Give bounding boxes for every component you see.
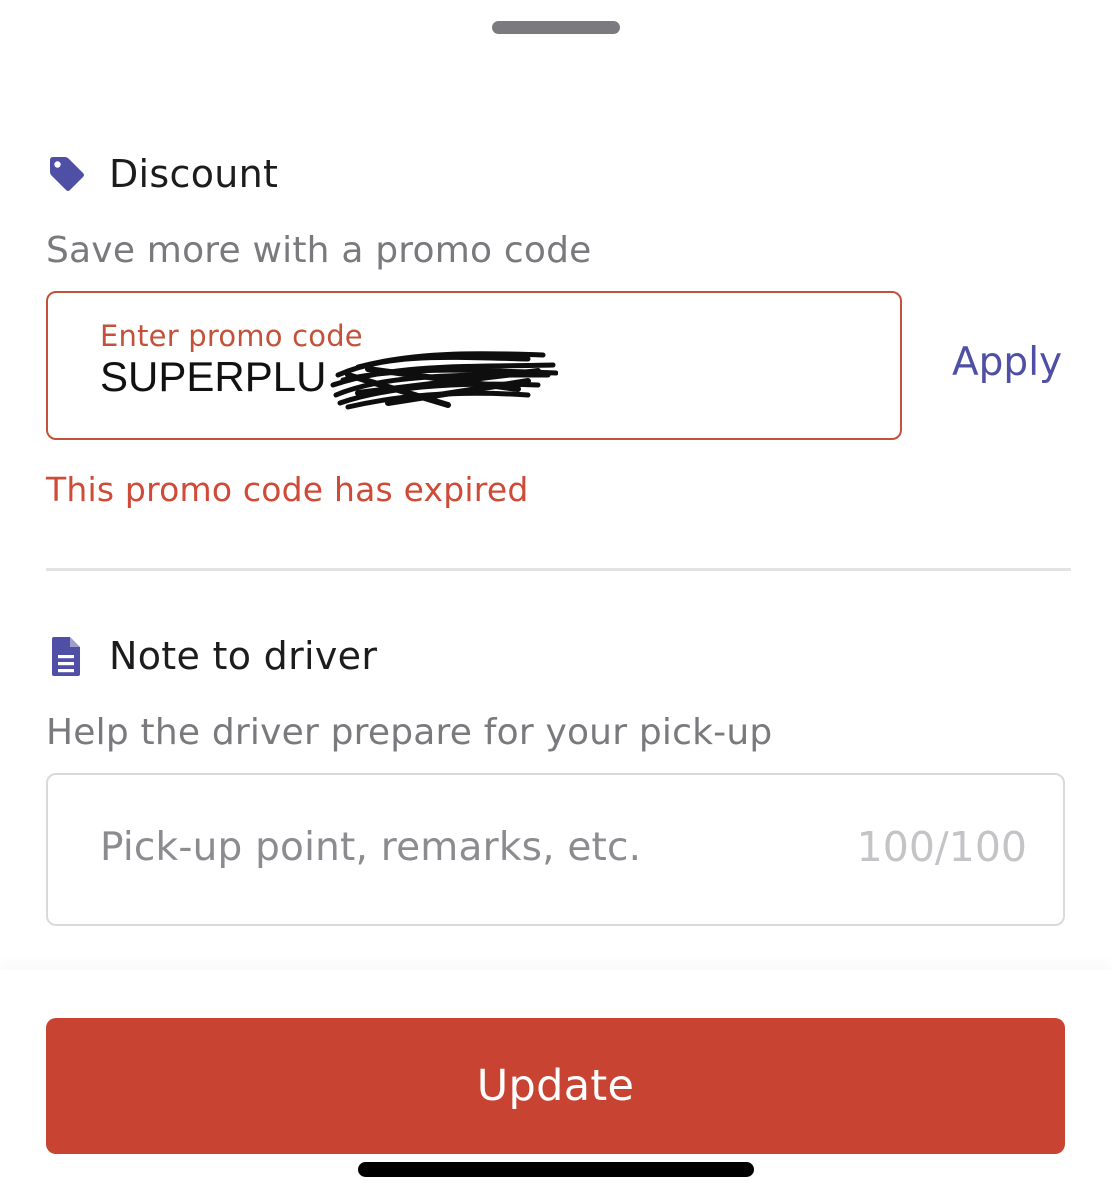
sheet-grabber-handle[interactable] (492, 21, 620, 34)
discount-header: Discount (46, 152, 278, 196)
note-subtitle: Help the driver prepare for your pick-up (46, 712, 773, 753)
update-button[interactable]: Update (46, 1018, 1065, 1154)
discount-title: Discount (109, 152, 279, 196)
home-indicator[interactable] (358, 1162, 754, 1177)
note-to-driver-input[interactable]: Pick-up point, remarks, etc. 100/100 (46, 773, 1065, 926)
tag-icon (46, 152, 90, 196)
promo-code-value: SUPERPLU (100, 353, 327, 400)
character-counter: 100/100 (856, 823, 1027, 871)
document-icon (46, 634, 90, 678)
section-divider (46, 568, 1071, 571)
apply-button[interactable]: Apply (952, 340, 1062, 385)
discount-subtitle: Save more with a promo code (46, 230, 592, 271)
note-placeholder: Pick-up point, remarks, etc. (100, 825, 642, 870)
promo-error-message: This promo code has expired (46, 470, 529, 509)
note-header: Note to driver (46, 634, 377, 678)
redaction-scribble (330, 351, 558, 410)
promo-code-input[interactable]: Enter promo code SUPERPLU (46, 291, 902, 440)
bottom-sheet: Discount Save more with a promo code Ent… (0, 0, 1111, 1200)
note-title: Note to driver (109, 634, 378, 678)
promo-code-label: Enter promo code (100, 319, 363, 353)
